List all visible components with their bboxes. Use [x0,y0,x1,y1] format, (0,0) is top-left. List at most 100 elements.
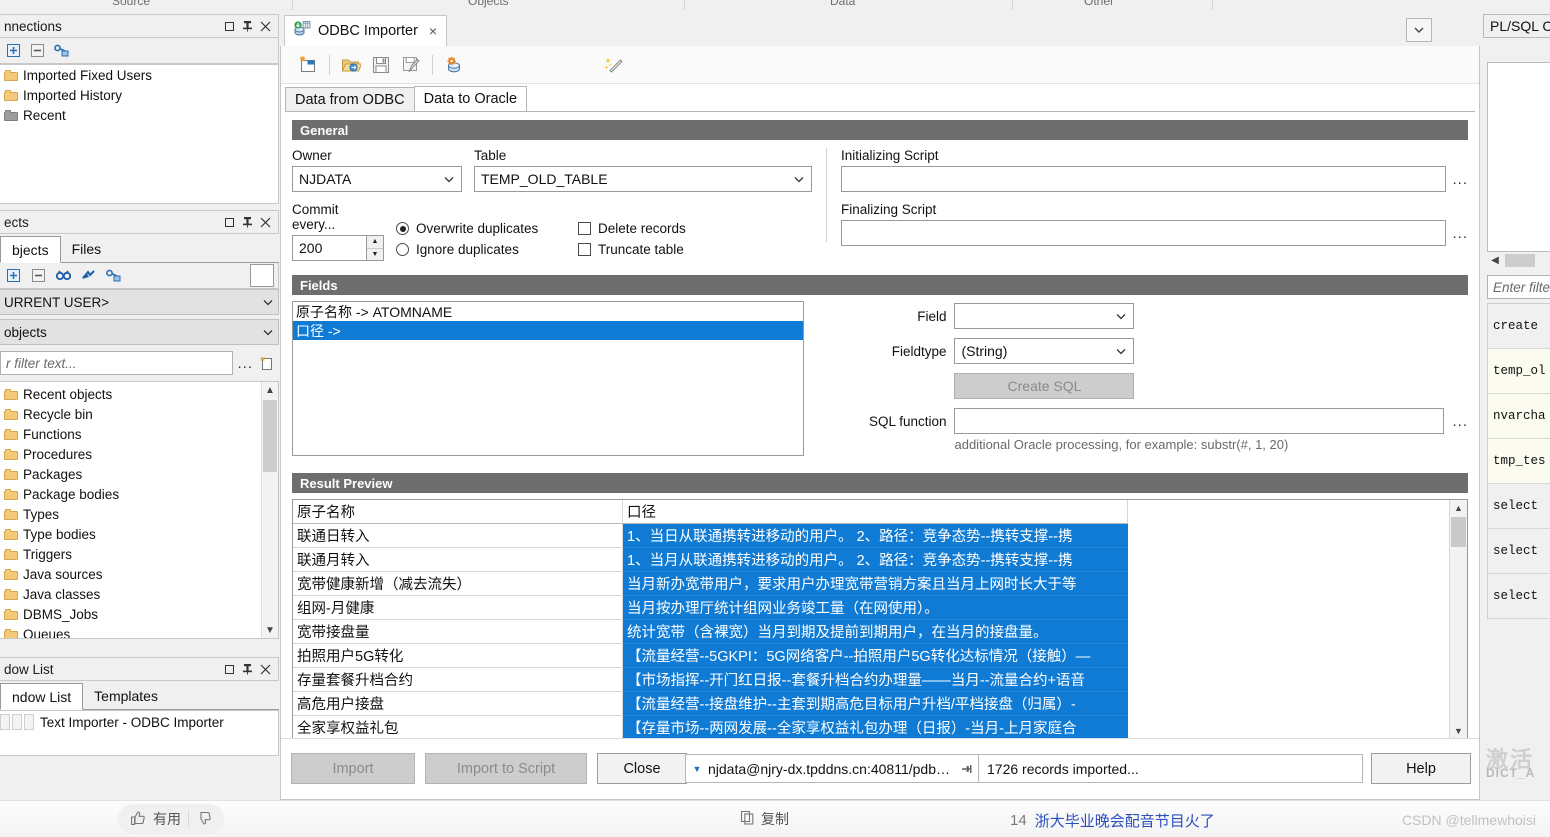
import-button[interactable]: Import [291,753,415,784]
close-icon[interactable]: × [429,23,437,39]
list-item[interactable]: Triggers [0,544,262,564]
result-preview-table[interactable]: 原子名称 口径 联通日转入1、当日从联通携转进移动的用户。 2、路径：竞争态势-… [292,499,1468,740]
pin-icon[interactable] [956,763,978,775]
filter-input[interactable]: r filter text... [0,351,233,375]
scroll-left-icon[interactable]: ◀ [1487,255,1503,266]
tab-list-dropdown[interactable] [1406,18,1432,42]
scroll-thumb[interactable] [1451,517,1466,547]
close-icon[interactable] [256,660,274,678]
save-icon[interactable] [366,51,396,79]
scroll-down-icon[interactable]: ▼ [262,622,278,638]
hot-topic[interactable]: 14 浙大毕业晚会配音节目火了 [1010,810,1215,831]
list-item[interactable]: Imported History [0,85,278,105]
tab-window-list[interactable]: ndow List [0,683,83,710]
connect-key-icon[interactable] [104,267,122,285]
finalizing-script-input[interactable] [841,220,1446,246]
table-row[interactable]: 存量套餐升档合约【市场指挥--开门红日报--套餐升档合约办理量——当月--流量合… [293,668,1467,692]
maximize-icon[interactable] [220,17,238,35]
thumbs-down-icon[interactable] [196,810,212,829]
table-row[interactable]: 宽带接盘量统计宽带（含裸宽）当月到期及提前到期用户，在当月的接盘量。 [293,620,1467,644]
document-tab-odbc-importer[interactable]: ODBC Importer × [284,15,447,46]
useful-button[interactable]: 有用 [118,804,224,834]
list-item[interactable]: Procedures [0,444,262,464]
initializing-script-input[interactable] [841,166,1446,192]
list-item[interactable]: Recent [0,105,278,125]
list-item[interactable]: Java classes [0,584,262,604]
finalizing-script-browse-button[interactable]: ... [1452,225,1468,242]
plsql-cell[interactable]: tmp_tes [1488,439,1550,484]
table-row[interactable]: 拍照用户5G转化【流量经营--5GKPI：5G网络客户--拍照用户5G转化达标情… [293,644,1467,668]
list-item[interactable]: DBMS_Jobs [0,604,262,624]
table-row[interactable]: 全家享权益礼包【存量市场--两网发展--全家享权益礼包办理（日报）-当月-上月家… [293,716,1467,740]
initializing-script-browse-button[interactable]: ... [1452,171,1468,188]
list-item[interactable]: Recycle bin [0,404,262,424]
field-select[interactable] [954,303,1134,329]
list-item[interactable]: Queues [0,624,262,639]
list-item[interactable]: Java sources [0,564,262,584]
window-list-items[interactable]: Text Importer - ODBC Importer [0,710,279,756]
remove-icon[interactable] [28,42,46,60]
toggle-box[interactable] [250,264,274,287]
quantity-stepper[interactable]: ▲▼ [366,236,383,260]
user-combo[interactable]: URRENT USER> [0,289,279,315]
pin-icon[interactable] [238,660,256,678]
list-item[interactable]: 口径 -> [293,321,803,340]
scroll-down-icon[interactable]: ▼ [1450,723,1467,739]
hot-topic-title[interactable]: 浙大毕业晚会配音节目火了 [1035,810,1215,831]
list-item[interactable]: Package bodies [0,484,262,504]
connection-selector[interactable]: ▼ njdata@njry-dx.tpddns.cn:40811/pdb… [685,754,979,783]
result-preview-scrollbar[interactable]: ▲ ▼ [1449,500,1467,739]
plsql-cell[interactable]: select [1488,484,1550,529]
scroll-thumb[interactable] [1505,254,1535,267]
list-item[interactable]: Functions [0,424,262,444]
connections-list[interactable]: Imported Fixed Users Imported History Re… [0,64,279,204]
tab-files[interactable]: Files [61,235,113,262]
stepper-down-icon[interactable]: ▼ [367,249,383,261]
new-filter-icon[interactable] [257,354,275,372]
filter-options-button[interactable]: ... [237,355,253,372]
close-button[interactable]: Close [597,753,687,784]
add-icon[interactable] [4,267,22,285]
plsql-cell[interactable]: temp_ol [1488,349,1550,394]
remove-icon[interactable] [29,267,47,285]
truncate-table-checkbox[interactable]: Truncate table [578,242,686,257]
stepper-up-icon[interactable]: ▲ [367,236,383,249]
pin-icon[interactable] [238,17,256,35]
list-item[interactable]: Types [0,504,262,524]
list-item[interactable]: Recent objects [0,384,262,404]
wand-icon[interactable] [599,51,629,79]
tab-data-from-odbc[interactable]: Data from ODBC [285,87,415,112]
save-as-icon[interactable] [396,51,426,79]
list-item[interactable]: Text Importer - ODBC Importer [0,711,278,733]
create-sql-button[interactable]: Create SQL [954,373,1134,399]
plsql-cell[interactable]: select [1488,574,1550,619]
close-icon[interactable] [256,17,274,35]
table-select[interactable]: TEMP_OLD_TABLE [474,166,812,192]
plsql-cells-list[interactable]: create temp_ol nvarcha tmp_tes select se… [1487,303,1550,619]
list-item[interactable]: Imported Fixed Users [0,65,278,85]
maximize-icon[interactable] [220,213,238,231]
table-row[interactable]: 联通日转入1、当日从联通携转进移动的用户。 2、路径：竞争态势--携转支撑--携 [293,524,1467,548]
plsql-filter-input[interactable]: Enter filte [1487,275,1550,299]
scroll-up-icon[interactable]: ▲ [262,382,278,398]
fields-mapping-list[interactable]: 原子名称 -> ATOMNAME 口径 -> [292,301,804,456]
ignore-duplicates-radio[interactable]: Ignore duplicates [396,242,566,257]
plsql-cell[interactable]: select [1488,529,1550,574]
table-row[interactable]: 组网-月健康当月按办理厅统计组网业务竣工量（在网使用）。 [293,596,1467,620]
tab-templates[interactable]: Templates [83,682,169,709]
objects-combo[interactable]: objects [0,319,279,345]
close-icon[interactable] [256,213,274,231]
copy-button[interactable]: 复制 [740,809,789,829]
sql-function-input[interactable] [954,408,1444,434]
list-item[interactable]: Type bodies [0,524,262,544]
delete-records-checkbox[interactable]: Delete records [578,221,686,236]
find-icon[interactable] [54,267,72,285]
scroll-up-icon[interactable]: ▲ [1450,500,1467,516]
new-icon[interactable] [293,51,323,79]
help-button[interactable]: Help [1371,753,1471,784]
objects-tree[interactable]: Recent objects Recycle bin Functions Pro… [0,381,279,639]
owner-select[interactable]: NJDATA [292,166,462,192]
plsql-cell[interactable]: nvarcha [1488,394,1550,439]
list-item[interactable]: 原子名称 -> ATOMNAME [293,302,803,321]
import-to-script-button[interactable]: Import to Script [425,753,587,784]
